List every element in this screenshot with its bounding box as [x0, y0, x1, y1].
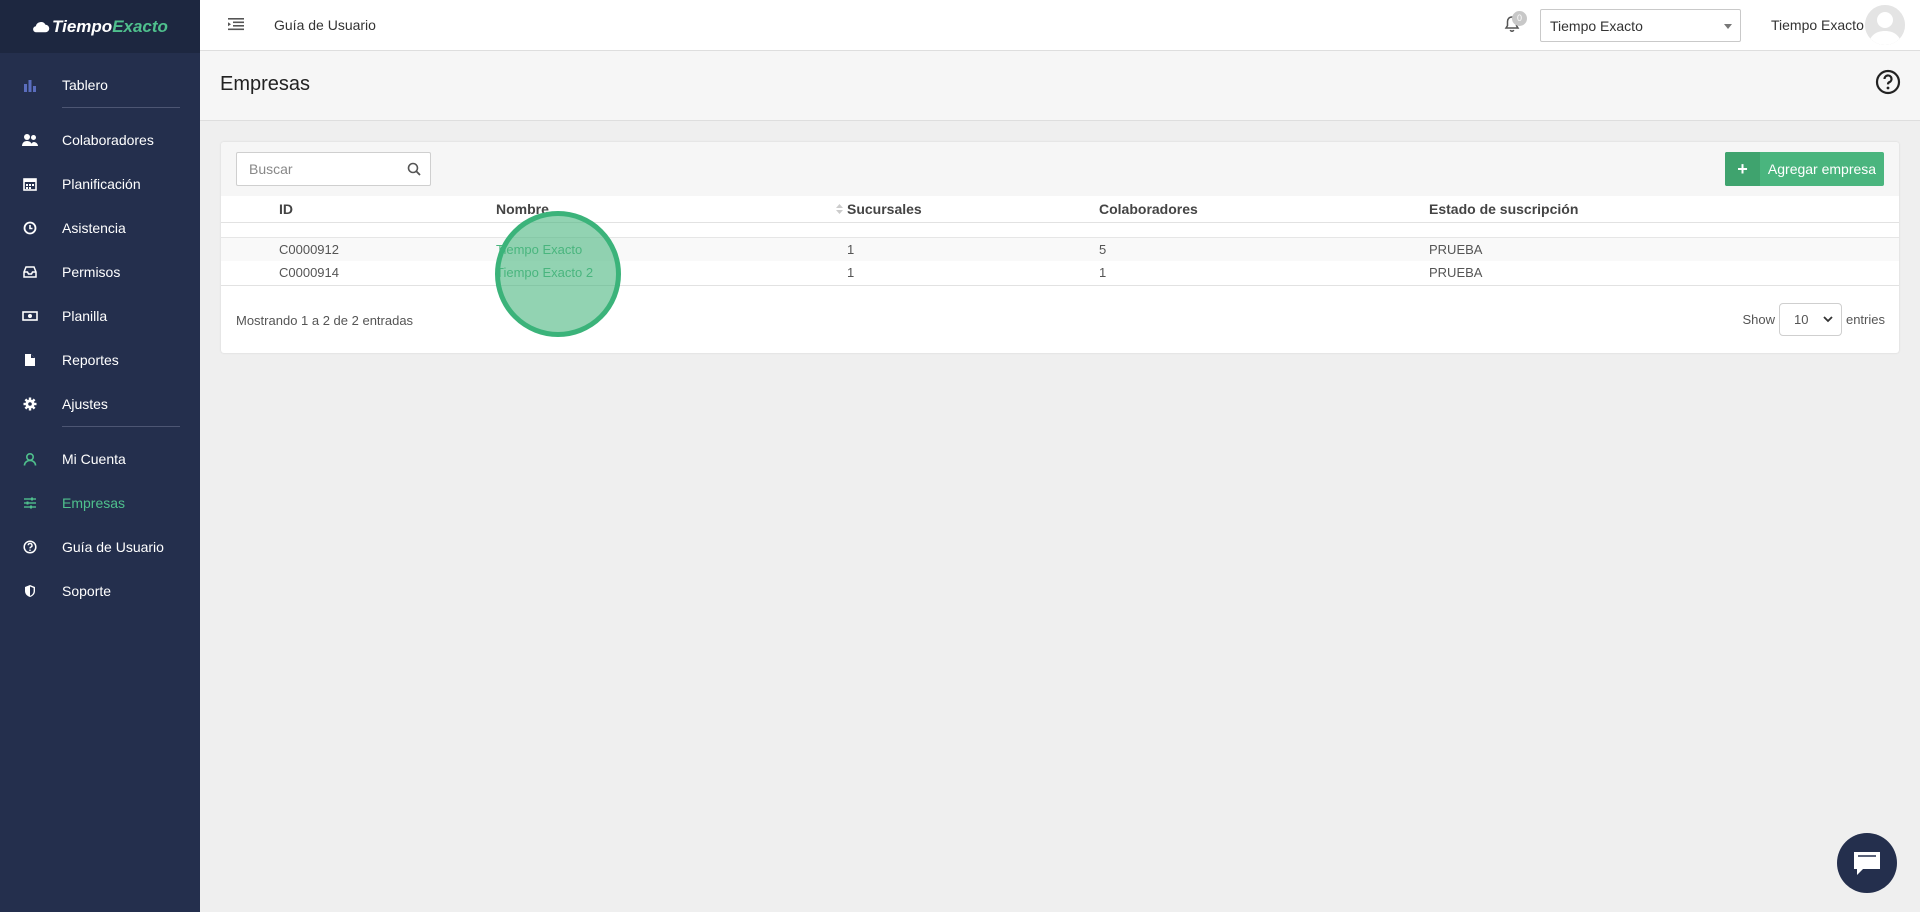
- top-bar: Guía de Usuario 0 Tiempo Exacto Tiempo E…: [200, 0, 1920, 51]
- cell-branches: 1: [847, 261, 1099, 286]
- logo-text-accent: Exacto: [112, 16, 168, 36]
- search-box: [236, 152, 431, 186]
- company-select-value: Tiempo Exacto: [1550, 18, 1643, 34]
- column-header-estado[interactable]: Estado de suscripción: [1429, 196, 1899, 223]
- cell-branches: 1: [847, 237, 1099, 261]
- help-circle-icon[interactable]: [1875, 69, 1901, 95]
- page-length-value: 10: [1793, 312, 1809, 327]
- file-icon: [22, 352, 38, 368]
- bar-chart-icon: [22, 77, 38, 93]
- sidebar-item-label: Guía de Usuario: [62, 539, 164, 555]
- chat-widget-button[interactable]: [1837, 833, 1897, 893]
- column-header-id[interactable]: ID: [221, 196, 496, 223]
- notification-badge: 0: [1512, 11, 1527, 26]
- sort-icon[interactable]: [836, 204, 843, 214]
- sidebar-spacer: [0, 108, 200, 118]
- sidebar-item-label: Permisos: [62, 264, 121, 280]
- users-icon: [22, 132, 38, 148]
- user-avatar-icon: [1865, 5, 1905, 45]
- sidebar-spacer: [0, 427, 200, 437]
- plus-icon: +: [1725, 152, 1760, 186]
- sidebar-item-label: Mi Cuenta: [62, 451, 126, 467]
- entries-label: entries: [1845, 312, 1885, 327]
- sidebar-nav: Tablero Colaboradores Planificación Asis…: [0, 53, 200, 613]
- search-input[interactable]: [237, 153, 397, 185]
- table-info: Mostrando 1 a 2 de 2 entradas: [236, 313, 414, 328]
- inbox-icon: [22, 264, 38, 280]
- table-row[interactable]: C0000914 Tiempo Exacto 2 1 1 PRUEBA: [221, 261, 1899, 286]
- sidebar-item-reportes[interactable]: Reportes: [0, 338, 200, 382]
- cell-status: PRUEBA: [1429, 237, 1899, 261]
- cell-staff: 5: [1099, 237, 1429, 261]
- sidebar-item-ajustes[interactable]: Ajustes: [0, 382, 200, 426]
- gear-icon: [22, 396, 38, 412]
- table-spacer-cell: [221, 222, 1899, 238]
- guide-link[interactable]: Guía de Usuario: [274, 17, 376, 33]
- cell-company-name-link[interactable]: Tiempo Exacto: [496, 237, 847, 261]
- avatar[interactable]: [1865, 5, 1905, 45]
- sidebar: Tiempo Exacto Tablero Colaboradores Plani…: [0, 0, 200, 912]
- cell-staff: 1: [1099, 261, 1429, 286]
- table-row[interactable]: C0000912 Tiempo Exacto 1 5 PRUEBA: [221, 237, 1899, 261]
- cloud-icon: [33, 21, 50, 32]
- sliders-icon: [22, 495, 38, 511]
- menu-toggle-icon[interactable]: [228, 17, 244, 31]
- caret-down-icon: [1724, 24, 1732, 29]
- card-toolbar: + Agregar empresa: [221, 142, 1899, 196]
- sidebar-item-colaboradores[interactable]: Colaboradores: [0, 118, 200, 162]
- calendar-icon: [22, 176, 38, 192]
- column-header-colaboradores[interactable]: Colaboradores: [1099, 196, 1429, 223]
- help-icon: [22, 539, 38, 555]
- sidebar-item-label: Reportes: [62, 352, 119, 368]
- companies-card: + Agregar empresa ID Nombre Sucursales C…: [221, 142, 1899, 353]
- search-icon[interactable]: [407, 162, 421, 176]
- sidebar-item-label: Tablero: [62, 77, 108, 93]
- table-spacer-row: [221, 222, 1899, 238]
- shield-icon: [22, 583, 38, 599]
- sidebar-item-label: Asistencia: [62, 220, 126, 236]
- page-header: Empresas: [200, 51, 1920, 121]
- page-length-control: Show 10 entries: [1742, 303, 1885, 336]
- user-icon: [22, 451, 38, 467]
- sidebar-item-planilla[interactable]: Planilla: [0, 294, 200, 338]
- user-name[interactable]: Tiempo Exacto: [1771, 17, 1864, 33]
- sidebar-item-label: Planificación: [62, 176, 141, 192]
- cell-id: C0000912: [221, 237, 496, 261]
- column-header-nombre-label: Nombre: [496, 200, 549, 217]
- sidebar-item-label: Empresas: [62, 495, 126, 511]
- cell-id: C0000914: [221, 261, 496, 286]
- app-logo[interactable]: Tiempo Exacto: [0, 0, 200, 53]
- column-header-nombre[interactable]: Nombre: [496, 196, 847, 223]
- cell-company-name-link[interactable]: Tiempo Exacto 2: [496, 261, 847, 286]
- chat-bubble-icon: [1854, 852, 1880, 875]
- show-label: Show: [1742, 312, 1775, 327]
- cell-status: PRUEBA: [1429, 261, 1899, 286]
- company-select[interactable]: Tiempo Exacto: [1540, 9, 1741, 42]
- sidebar-item-label: Ajustes: [62, 396, 108, 412]
- chevron-down-icon: [1823, 316, 1833, 323]
- sidebar-item-asistencia[interactable]: Asistencia: [0, 206, 200, 250]
- sidebar-item-permisos[interactable]: Permisos: [0, 250, 200, 294]
- sidebar-item-mi-cuenta[interactable]: Mi Cuenta: [0, 437, 200, 481]
- companies-table: ID Nombre Sucursales Colaboradores Estad…: [221, 196, 1899, 286]
- logo-text-main: Tiempo: [52, 16, 113, 36]
- clock-icon: [22, 220, 38, 236]
- sidebar-item-planificacion[interactable]: Planificación: [0, 162, 200, 206]
- sidebar-item-tablero[interactable]: Tablero: [0, 63, 200, 107]
- table-header-row: ID Nombre Sucursales Colaboradores Estad…: [221, 196, 1899, 223]
- sidebar-item-empresas[interactable]: Empresas: [0, 481, 200, 525]
- sidebar-item-label: Soporte: [62, 583, 112, 599]
- page-title: Empresas: [220, 73, 311, 95]
- column-header-sucursales[interactable]: Sucursales: [847, 196, 1099, 223]
- sidebar-item-label: Colaboradores: [62, 132, 154, 148]
- add-company-label: Agregar empresa: [1767, 161, 1877, 177]
- sidebar-item-guia-de-usuario[interactable]: Guía de Usuario: [0, 525, 200, 569]
- page-length-select[interactable]: 10: [1778, 303, 1842, 336]
- add-company-button[interactable]: + Agregar empresa: [1725, 152, 1884, 186]
- sidebar-item-soporte[interactable]: Soporte: [0, 569, 200, 613]
- money-icon: [22, 308, 38, 324]
- sidebar-item-label: Planilla: [62, 308, 108, 324]
